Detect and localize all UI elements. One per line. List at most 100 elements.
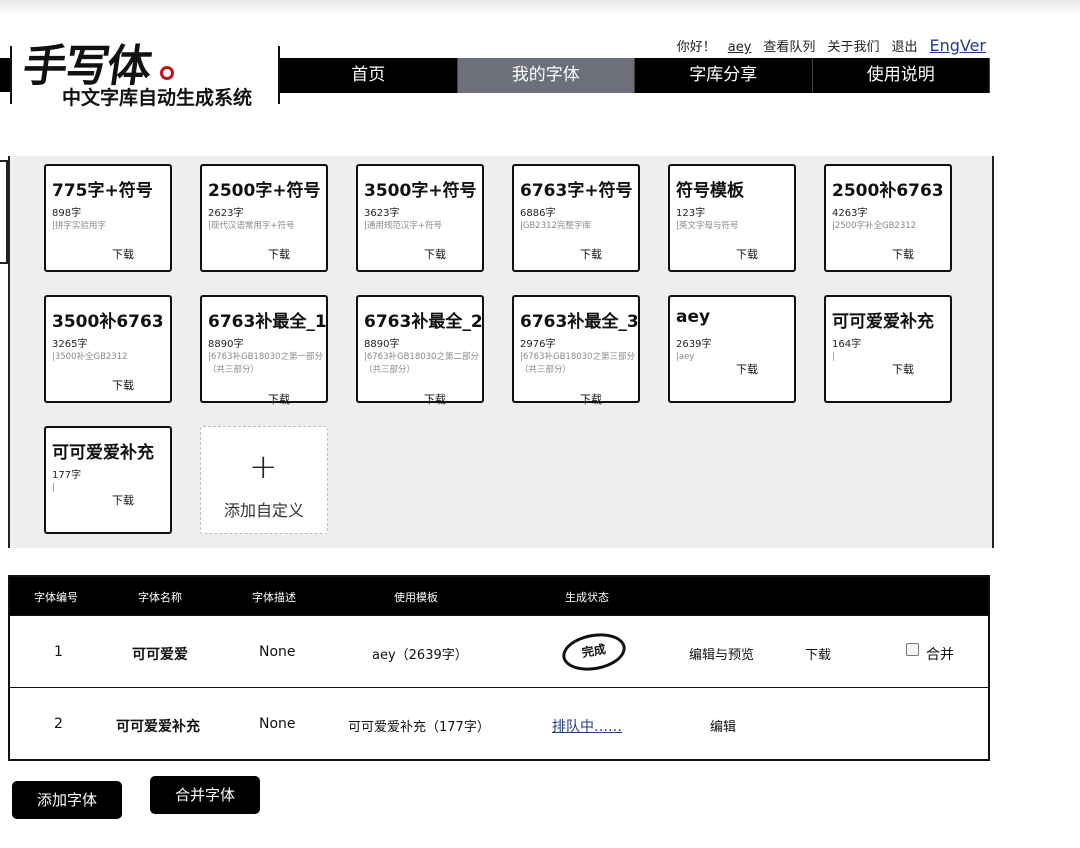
merge-label: 合并 bbox=[926, 647, 954, 663]
header-template: 使用模板 bbox=[394, 591, 438, 604]
card-count: 164字 bbox=[832, 339, 862, 350]
user-link[interactable]: aey bbox=[728, 40, 752, 55]
card-title: 6763补最全_2 bbox=[364, 312, 483, 332]
table-row: 1 可可爱爱 None aey（2639字） 完成 编辑与预览 下载 合并 bbox=[10, 615, 988, 687]
card-title: 775字+符号 bbox=[52, 181, 153, 201]
header-status: 生成状态 bbox=[565, 591, 609, 604]
card-count: 3623字 bbox=[364, 208, 400, 219]
template-card[interactable]: 可可爱爱补充 164字 | 下载 bbox=[824, 295, 952, 403]
template-card[interactable]: 3500字+符号 3623字 |通用规范汉字+符号 下载 bbox=[356, 164, 484, 272]
logo-seal-icon bbox=[160, 66, 174, 80]
top-shade bbox=[0, 0, 1080, 16]
card-title: 可可爱爱补充 bbox=[832, 312, 934, 332]
download-button[interactable]: 下载 bbox=[892, 361, 914, 377]
font-library-panel: 775字+符号 898字 |拼字实验用字 下载 2500字+符号 2623字 |… bbox=[8, 156, 994, 548]
template-card[interactable]: 6763补最全_3 2976字 |6763补GB18030之第三部分（共三部分）… bbox=[512, 295, 640, 406]
row-id: 2 bbox=[54, 716, 63, 732]
card-desc: |2500字补全GB2312 bbox=[832, 221, 917, 231]
view-queue-link[interactable]: 查看队列 bbox=[763, 36, 815, 55]
template-card[interactable]: 2500补6763 4263字 |2500字补全GB2312 下载 bbox=[824, 164, 952, 272]
left-panel-stub bbox=[0, 160, 8, 264]
left-nav-stub bbox=[0, 58, 10, 92]
card-count: 6886字 bbox=[520, 208, 556, 219]
card-title: 2500字+符号 bbox=[208, 181, 321, 201]
card-title: 符号模板 bbox=[676, 181, 744, 201]
download-button[interactable]: 下载 bbox=[268, 391, 290, 407]
card-desc: |拼字实验用字 bbox=[52, 221, 106, 231]
english-version-link[interactable]: EngVer bbox=[929, 36, 986, 55]
my-fonts-table: 字体编号 字体名称 字体描述 使用模板 生成状态 1 可可爱爱 None aey… bbox=[8, 575, 990, 761]
card-count: 3265字 bbox=[52, 339, 88, 350]
header-font-desc: 字体描述 bbox=[252, 591, 296, 604]
header-font-id: 字体编号 bbox=[34, 591, 78, 604]
card-desc: | bbox=[52, 483, 55, 493]
template-card[interactable]: 6763补最全_1 8890字 |6763补GB18030之第一部分（共三部分）… bbox=[200, 295, 328, 406]
download-button[interactable]: 下载 bbox=[736, 246, 758, 262]
greeting-text: 你好！ bbox=[676, 40, 716, 55]
card-title: 3500补6763 bbox=[52, 312, 164, 332]
download-button[interactable]: 下载 bbox=[268, 246, 290, 262]
tab-my-fonts[interactable]: 我的字体 bbox=[457, 58, 635, 93]
card-count: 4263字 bbox=[832, 208, 868, 219]
status-queue-link[interactable]: 排队中…… bbox=[552, 716, 622, 736]
download-button[interactable]: 下载 bbox=[580, 391, 602, 407]
main-nav: 首页 我的字体 字库分享 使用说明 bbox=[280, 58, 990, 93]
card-desc: |现代汉语常用字+符号 bbox=[208, 221, 295, 231]
card-count: 8890字 bbox=[364, 339, 400, 350]
card-desc: |6763补GB18030之第一部分（共三部分） bbox=[208, 352, 323, 375]
download-button[interactable]: 下载 bbox=[424, 391, 446, 407]
card-desc: | bbox=[832, 352, 835, 362]
card-title: 6763补最全_1 bbox=[208, 312, 327, 332]
top-utility-nav: 你好！ aey 查看队列 关于我们 退出 EngVer bbox=[677, 36, 986, 55]
row-template: 可可爱爱补充（177字） bbox=[348, 720, 490, 735]
logout-link[interactable]: 退出 bbox=[891, 36, 917, 55]
tab-font-share[interactable]: 字库分享 bbox=[635, 58, 813, 93]
row-name: 可可爱爱补充 bbox=[116, 719, 200, 735]
card-desc: |6763补GB18030之第三部分（共三部分） bbox=[520, 352, 635, 375]
download-button[interactable]: 下载 bbox=[112, 377, 134, 393]
card-desc: |6763补GB18030之第二部分（共三部分） bbox=[364, 352, 479, 375]
card-title: 2500补6763 bbox=[832, 181, 944, 201]
download-button[interactable]: 下载 bbox=[112, 246, 134, 262]
tab-instructions[interactable]: 使用说明 bbox=[813, 58, 990, 93]
download-link[interactable]: 下载 bbox=[805, 644, 831, 663]
download-button[interactable]: 下载 bbox=[424, 246, 446, 262]
about-link[interactable]: 关于我们 bbox=[827, 36, 879, 55]
table-header: 字体编号 字体名称 字体描述 使用模板 生成状态 bbox=[10, 577, 988, 615]
download-button[interactable]: 下载 bbox=[736, 361, 758, 377]
merge-font-button[interactable]: 合并字体 bbox=[150, 776, 260, 814]
card-count: 123字 bbox=[676, 208, 706, 219]
template-card[interactable]: 775字+符号 898字 |拼字实验用字 下载 bbox=[44, 164, 172, 272]
card-desc: |GB2312完整字库 bbox=[520, 221, 591, 231]
add-custom-card[interactable]: + 添加自定义 bbox=[200, 426, 328, 534]
card-title: aey bbox=[676, 307, 711, 327]
card-desc: |aey bbox=[676, 352, 695, 362]
table-row: 2 可可爱爱补充 None 可可爱爱补充（177字） 排队中…… 编辑 bbox=[10, 687, 988, 759]
card-count: 898字 bbox=[52, 208, 82, 219]
card-title: 6763字+符号 bbox=[520, 181, 633, 201]
template-card[interactable]: 3500补6763 3265字 |3500补全GB2312 下载 bbox=[44, 295, 172, 403]
card-desc: |3500补全GB2312 bbox=[52, 352, 128, 362]
template-card[interactable]: 6763补最全_2 8890字 |6763补GB18030之第二部分（共三部分）… bbox=[356, 295, 484, 406]
template-card[interactable]: 6763字+符号 6886字 |GB2312完整字库 下载 bbox=[512, 164, 640, 272]
card-count: 2976字 bbox=[520, 339, 556, 350]
template-card[interactable]: 2500字+符号 2623字 |现代汉语常用字+符号 下载 bbox=[200, 164, 328, 272]
row-desc: None bbox=[259, 716, 296, 732]
card-desc: |通用规范汉字+符号 bbox=[364, 221, 442, 231]
row-name: 可可爱爱 bbox=[132, 647, 188, 663]
template-card[interactable]: aey 2639字 |aey 下载 bbox=[668, 295, 796, 403]
download-button[interactable]: 下载 bbox=[580, 246, 602, 262]
download-button[interactable]: 下载 bbox=[892, 246, 914, 262]
template-card[interactable]: 符号模板 123字 |英文字母与符号 下载 bbox=[668, 164, 796, 272]
card-title: 可可爱爱补充 bbox=[52, 443, 154, 463]
edit-preview-link[interactable]: 编辑与预览 bbox=[689, 644, 754, 663]
add-font-button[interactable]: 添加字体 bbox=[12, 781, 122, 819]
site-logo[interactable]: 手写体 中文字库自动生成系统 bbox=[10, 36, 280, 109]
tab-home[interactable]: 首页 bbox=[280, 58, 458, 93]
row-id: 1 bbox=[54, 644, 63, 660]
card-title: 6763补最全_3 bbox=[520, 312, 639, 332]
template-card[interactable]: 可可爱爱补充 177字 | 下载 bbox=[44, 426, 172, 534]
merge-checkbox[interactable] bbox=[906, 643, 919, 656]
download-button[interactable]: 下载 bbox=[112, 492, 134, 508]
edit-link[interactable]: 编辑 bbox=[710, 716, 736, 735]
